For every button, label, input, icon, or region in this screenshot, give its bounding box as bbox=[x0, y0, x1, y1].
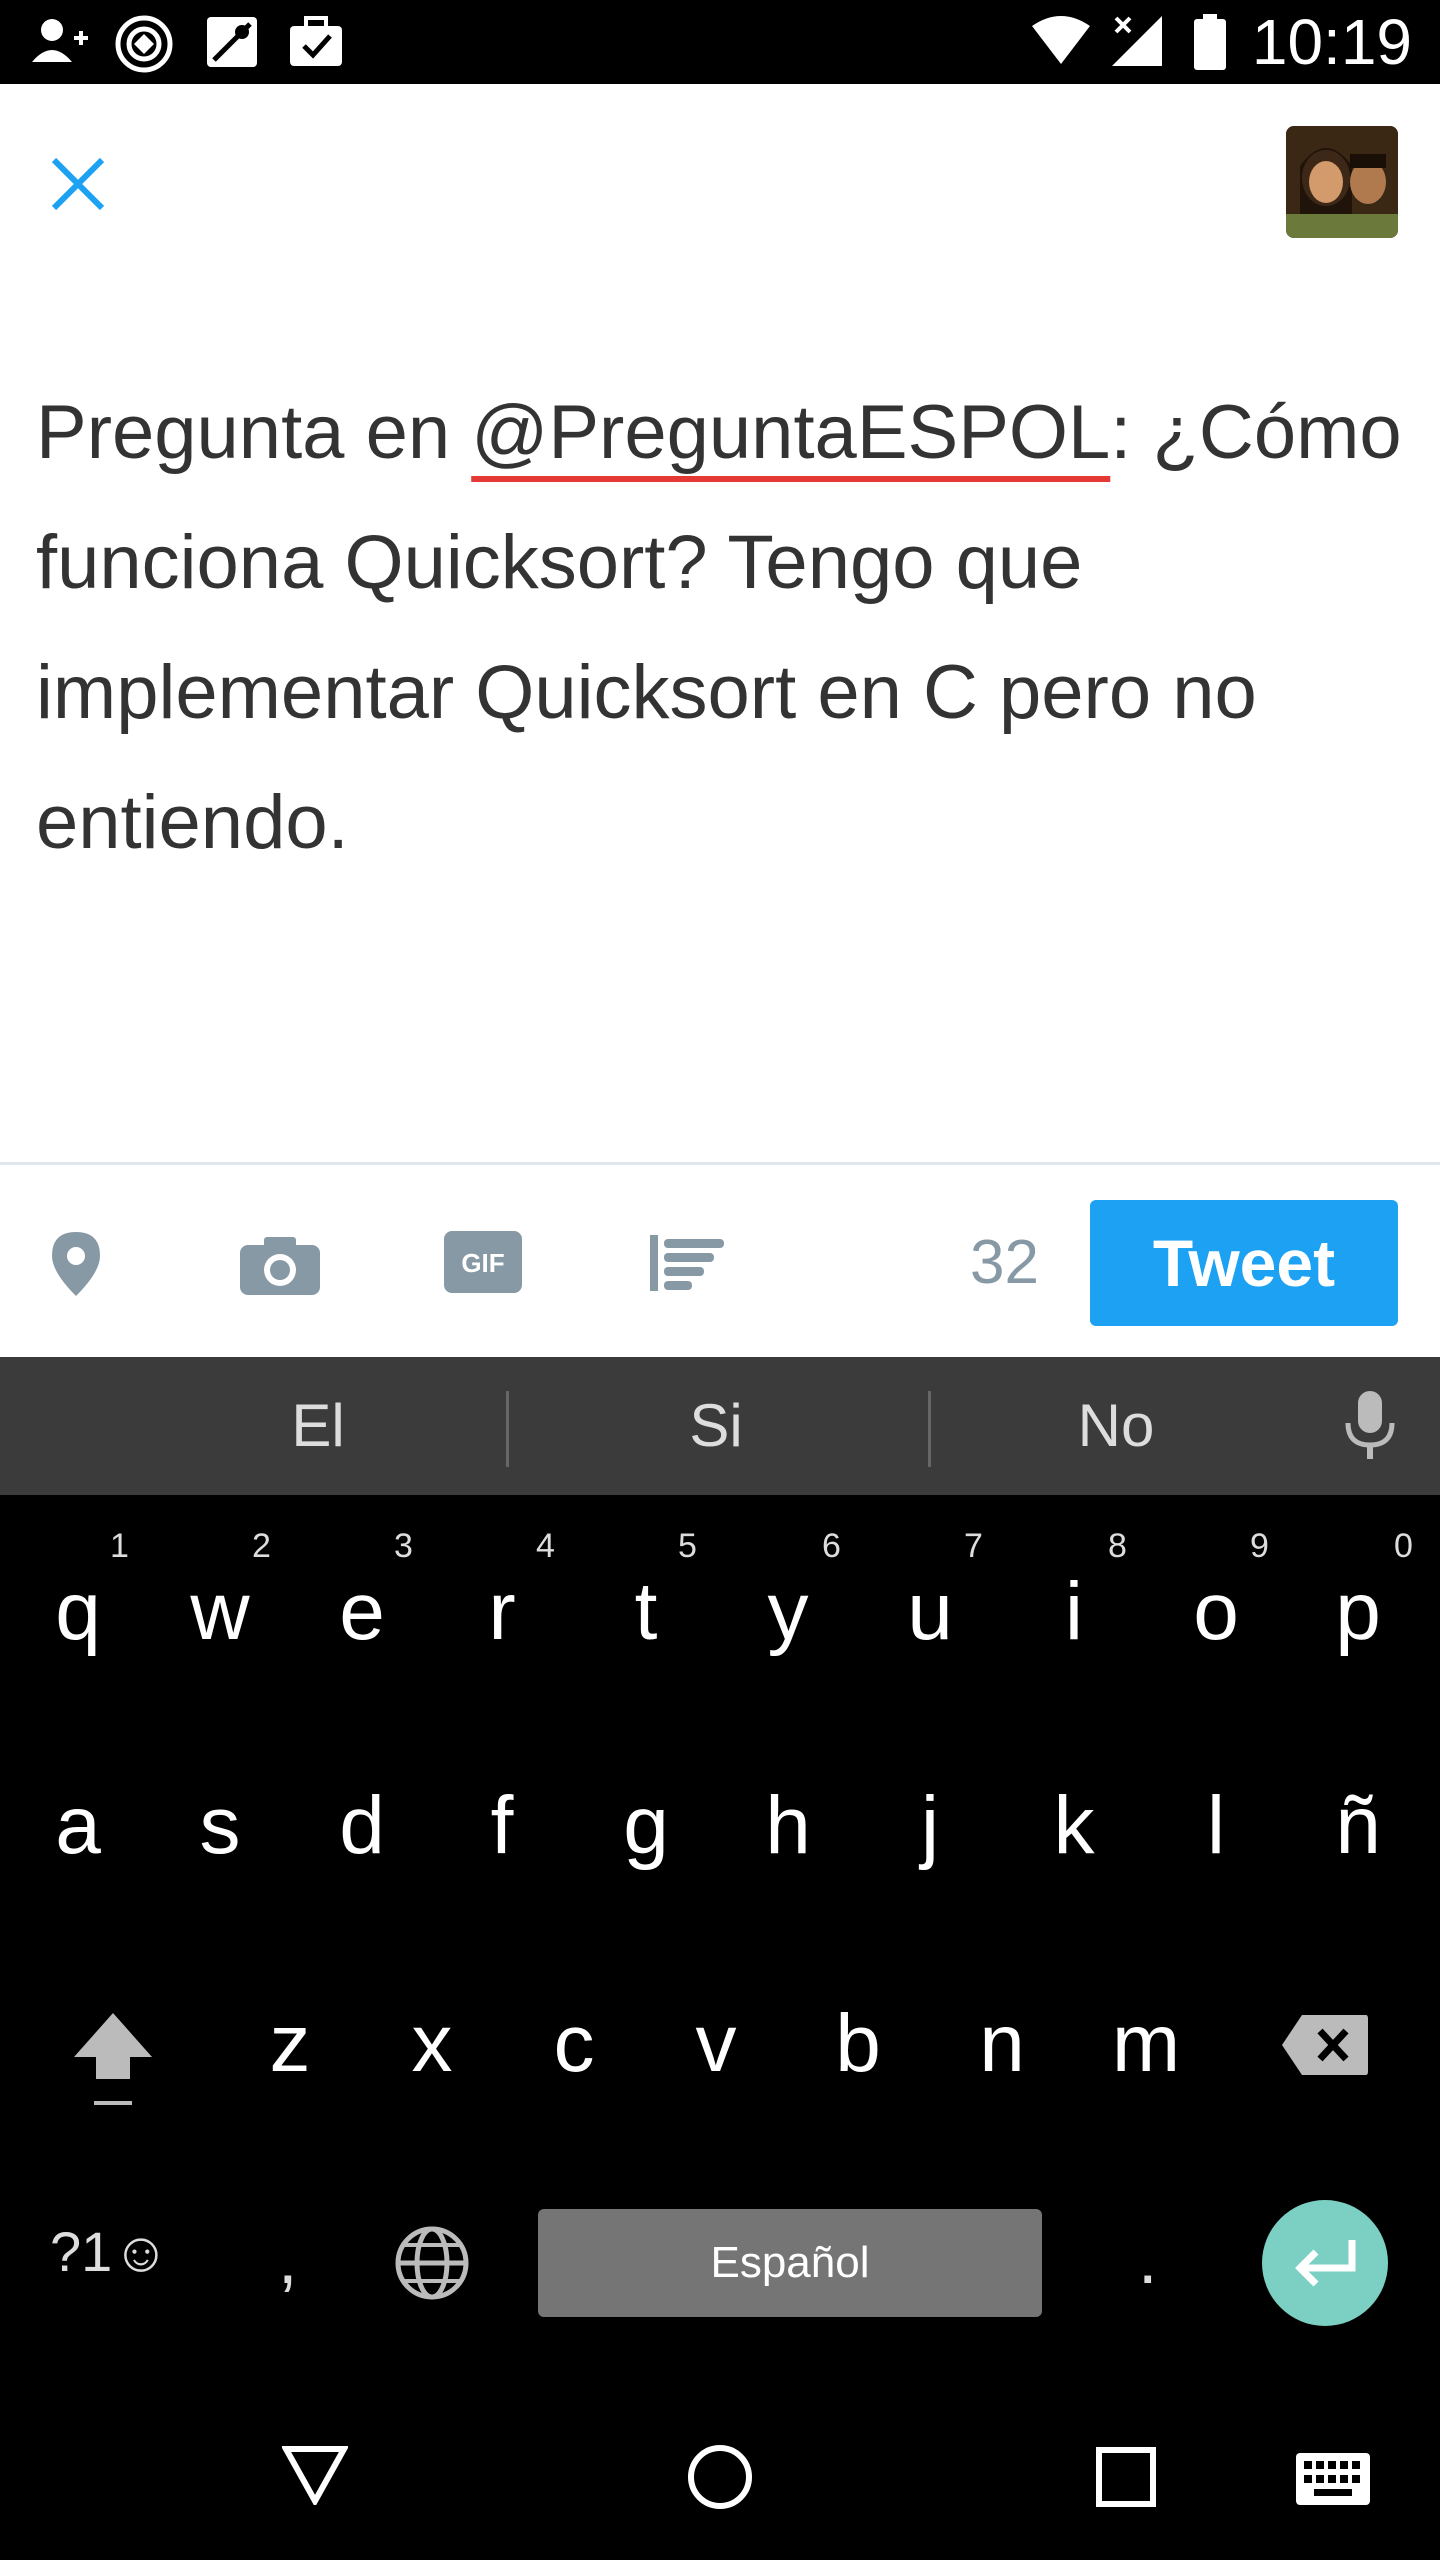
camera-icon[interactable] bbox=[240, 1235, 320, 1299]
shift-key[interactable] bbox=[70, 2009, 156, 2113]
keyboard-icon bbox=[1296, 2453, 1370, 2509]
mention: @PreguntaESPOL bbox=[471, 390, 1111, 475]
suggestion-1[interactable]: El bbox=[218, 1391, 418, 1460]
key-h[interactable]: h bbox=[728, 1779, 848, 1873]
shift-icon bbox=[70, 2013, 156, 2113]
key-i[interactable]: i bbox=[1014, 1565, 1134, 1659]
key-w[interactable]: w bbox=[160, 1565, 280, 1659]
symbols-key[interactable]: ?1☺ bbox=[50, 2219, 169, 2284]
key-hint: 1 bbox=[110, 1527, 129, 1565]
status-bar: 10:19 bbox=[0, 0, 1440, 84]
keyboard-switch-button[interactable] bbox=[1296, 2453, 1370, 2509]
backspace-key[interactable] bbox=[1280, 2013, 1370, 2081]
key-a[interactable]: a bbox=[18, 1779, 138, 1873]
recents-button[interactable] bbox=[1096, 2447, 1156, 2511]
navigation-bar bbox=[0, 2357, 1440, 2560]
key-c[interactable]: c bbox=[514, 1997, 634, 2091]
language-key[interactable] bbox=[394, 2225, 470, 2305]
key-s[interactable]: s bbox=[160, 1779, 280, 1873]
close-button[interactable] bbox=[44, 150, 112, 218]
home-button[interactable] bbox=[686, 2443, 754, 2515]
key-z[interactable]: z bbox=[230, 1997, 350, 2091]
key-m[interactable]: m bbox=[1086, 1997, 1206, 2091]
key-hint: 7 bbox=[964, 1527, 983, 1565]
target-icon bbox=[114, 14, 174, 78]
key-hint: 0 bbox=[1394, 1527, 1413, 1565]
tweet-button[interactable]: Tweet bbox=[1090, 1200, 1398, 1326]
backspace-icon bbox=[1280, 2015, 1370, 2081]
key-t[interactable]: t bbox=[586, 1565, 706, 1659]
briefcase-check-icon bbox=[288, 14, 344, 74]
close-icon bbox=[44, 157, 112, 222]
avatar[interactable] bbox=[1286, 126, 1398, 238]
clock: 10:19 bbox=[1251, 6, 1412, 78]
key-n-tilde[interactable]: ñ bbox=[1298, 1779, 1418, 1873]
key-hint: 2 bbox=[252, 1527, 271, 1565]
suggestion-2[interactable]: Si bbox=[616, 1391, 816, 1460]
key-f[interactable]: f bbox=[442, 1779, 562, 1873]
key-x[interactable]: x bbox=[372, 1997, 492, 2091]
key-hint: 9 bbox=[1250, 1527, 1269, 1565]
key-g[interactable]: g bbox=[586, 1779, 706, 1873]
key-hint: 5 bbox=[678, 1527, 697, 1565]
battery-icon bbox=[1194, 14, 1226, 74]
key-p[interactable]: p bbox=[1298, 1565, 1418, 1659]
enter-icon bbox=[1290, 2236, 1360, 2294]
home-circle-icon bbox=[686, 2445, 754, 2515]
key-u[interactable]: u bbox=[870, 1565, 990, 1659]
key-q[interactable]: q bbox=[18, 1565, 138, 1659]
maps-icon bbox=[204, 14, 260, 74]
recents-square-icon bbox=[1096, 2447, 1156, 2511]
globe-icon bbox=[394, 2226, 470, 2305]
enter-key[interactable] bbox=[1262, 2200, 1388, 2326]
key-e[interactable]: e bbox=[302, 1565, 422, 1659]
character-counter: 32 bbox=[970, 1228, 1039, 1297]
gif-icon[interactable]: GIF bbox=[444, 1231, 522, 1297]
key-k[interactable]: k bbox=[1014, 1779, 1134, 1873]
signal-icon bbox=[1110, 14, 1164, 72]
back-triangle-icon bbox=[280, 2446, 350, 2509]
key-hint: 4 bbox=[536, 1527, 555, 1565]
add-person-icon bbox=[30, 14, 90, 74]
key-hint: 3 bbox=[394, 1527, 413, 1565]
tweet-text-input[interactable]: Pregunta en @PreguntaESPOL: ¿Cómo funcio… bbox=[36, 368, 1406, 888]
keyboard: El Si No q w e r t y u i o p 1 2 3 4 5 6… bbox=[0, 1357, 1440, 2357]
wifi-icon bbox=[1030, 14, 1092, 70]
key-j[interactable]: j bbox=[870, 1779, 990, 1873]
compose-toolbar: GIF 32 Tweet bbox=[0, 1165, 1440, 1357]
comma-key[interactable]: , bbox=[278, 2219, 297, 2299]
suggestion-bar: El Si No bbox=[0, 1357, 1440, 1495]
key-r[interactable]: r bbox=[442, 1565, 562, 1659]
key-hint: 6 bbox=[822, 1527, 841, 1565]
key-y[interactable]: y bbox=[728, 1565, 848, 1659]
key-o[interactable]: o bbox=[1156, 1565, 1276, 1659]
space-bar[interactable]: Español bbox=[538, 2209, 1042, 2317]
key-l[interactable]: l bbox=[1156, 1779, 1276, 1873]
period-key[interactable]: . bbox=[1138, 2219, 1157, 2299]
svg-text:GIF: GIF bbox=[461, 1248, 504, 1278]
back-button[interactable] bbox=[280, 2445, 350, 2509]
microphone-icon[interactable] bbox=[1342, 1391, 1398, 1465]
suggestion-3[interactable]: No bbox=[1016, 1391, 1216, 1460]
key-n[interactable]: n bbox=[942, 1997, 1062, 2091]
suggestion-divider bbox=[928, 1391, 931, 1467]
suggestion-divider bbox=[506, 1391, 509, 1467]
key-d[interactable]: d bbox=[302, 1779, 422, 1873]
compose-text-prefix: Pregunta en bbox=[36, 390, 472, 475]
location-icon[interactable] bbox=[50, 1230, 102, 1302]
key-hint: 8 bbox=[1108, 1527, 1127, 1565]
key-b[interactable]: b bbox=[798, 1997, 918, 2091]
key-v[interactable]: v bbox=[656, 1997, 776, 2091]
poll-icon[interactable] bbox=[650, 1233, 726, 1297]
